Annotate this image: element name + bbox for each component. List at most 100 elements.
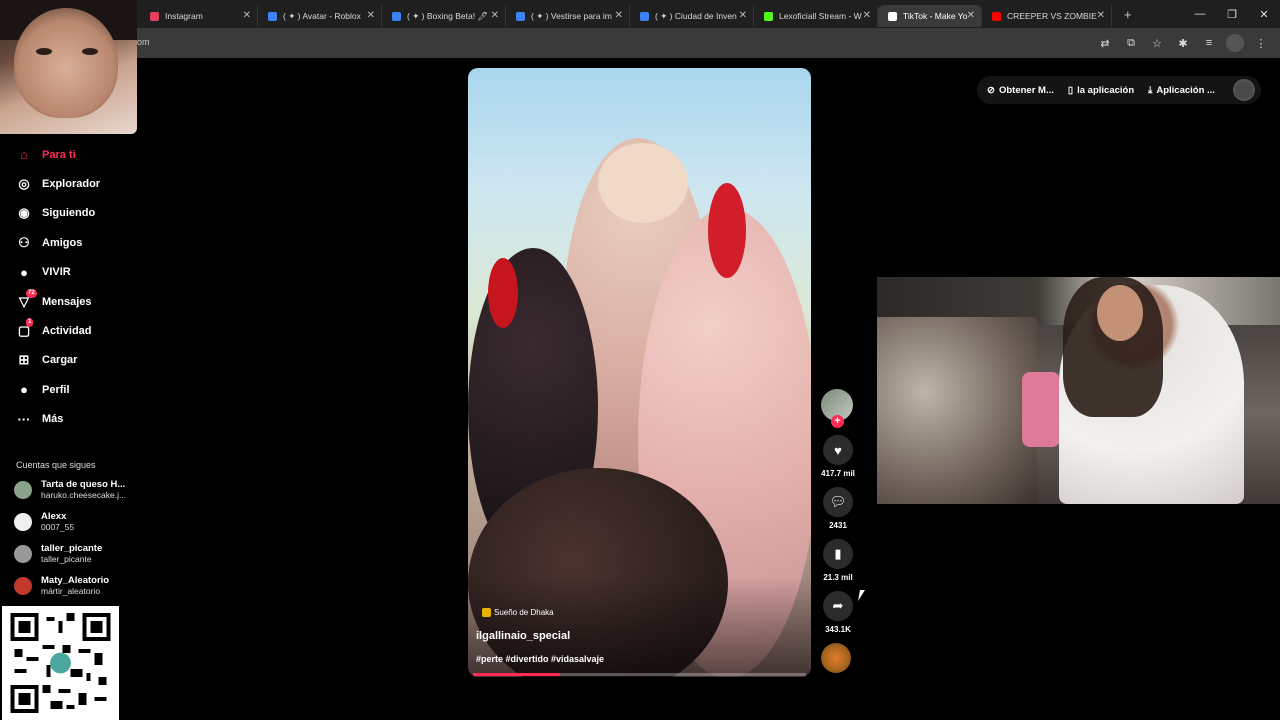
tab-title: Lexoficiall Stream - W [779, 11, 862, 21]
url-text[interactable]: om [137, 37, 150, 47]
minimize-icon[interactable]: — [1184, 0, 1216, 28]
follow-plus-icon[interactable]: + [831, 415, 844, 428]
address-bar[interactable]: om ⇄ ⧉ ☆ ✱ ≡ ⋮ [0, 28, 1280, 58]
tab-close-icon[interactable]: ✕ [367, 10, 375, 21]
tab-title: ( ✦ ) Boxing Beta! 🖊 [407, 10, 489, 21]
compass-icon: ◎ [18, 176, 30, 192]
browser-tab[interactable]: TikTok - Make Yo ✕ [878, 5, 982, 27]
tab-close-icon[interactable]: ✕ [615, 10, 623, 21]
sidebar-item-activity[interactable]: ▢ 1 Actividad [0, 316, 148, 345]
extensions-icon[interactable]: ✱ [1174, 34, 1192, 52]
account-handle: mártir_aleatorio [41, 585, 101, 596]
share-icon[interactable]: ➦ [823, 591, 853, 621]
tab-close-icon[interactable]: ✕ [967, 10, 975, 21]
sidebar-item-label: Amigos [42, 236, 83, 249]
music-icon [482, 608, 491, 617]
following-account[interactable]: Alexx 0007_55 [0, 506, 148, 538]
close-window-icon[interactable]: ✕ [1248, 0, 1280, 28]
sidebar-item-label: Actividad [42, 325, 92, 338]
avatar [14, 480, 32, 499]
account-name: Alexx [41, 510, 67, 522]
translate-icon[interactable]: ⇄ [1096, 34, 1114, 52]
comment-icon[interactable]: 💬︎ [823, 487, 853, 517]
menu-dots-icon[interactable]: ⋮ [1252, 34, 1270, 52]
sidebar-item-following[interactable]: ◉ Siguiendo [0, 199, 148, 228]
browser-tab[interactable]: ( ✦ ) Vestirse para im ✕ [506, 5, 630, 27]
tab-close-icon[interactable]: ✕ [491, 10, 499, 21]
get-app-button[interactable]: ▯ la aplicación [1068, 85, 1134, 96]
tab-close-icon[interactable]: ✕ [243, 10, 251, 21]
bookmark-icon[interactable]: ▮ [823, 539, 853, 569]
download-app-button[interactable]: ⤓ Aplicación ... [1148, 85, 1215, 96]
friends-icon: ⚇ [18, 234, 30, 250]
video-hashtags[interactable]: #perte #divertido #vidasalvaje [476, 654, 604, 664]
comment-action: 💬︎ 2431 [821, 487, 855, 533]
window-controls: — ❐ ✕ [1184, 0, 1280, 28]
bookmark-star-icon[interactable]: ☆ [1148, 34, 1166, 52]
sidebar: ⌂ Para ti ◎ Explorador ◉ Siguiendo ⚇ Amigos ● VIV… [0, 140, 148, 602]
browser-tab[interactable]: Instagram ✕ [140, 5, 258, 27]
coin-icon: ⊘ [987, 84, 995, 96]
browser-tab[interactable]: ( ✦ ) Ciudad de Inven ✕ [630, 5, 754, 27]
tab-title: TikTok - Make Yo [903, 11, 968, 21]
sidebar-item-label: Para ti [42, 148, 76, 161]
following-account[interactable]: Maty_Aleatorio mártir_aleatorio [0, 570, 148, 602]
sidebar-item-live[interactable]: ● VIVIR [0, 258, 148, 287]
phone-icon: ▯ [1067, 84, 1074, 96]
sidebar-item-more[interactable]: ··· Más [0, 405, 148, 434]
heart-icon[interactable]: ♥ [823, 435, 853, 465]
avatar [14, 576, 32, 595]
tab-close-icon[interactable]: ✕ [1097, 10, 1105, 21]
qr-code-image [10, 613, 111, 713]
sidebar-item-messages[interactable]: ▽ 72 Mensajes [0, 287, 148, 316]
sidebar-item-profile[interactable]: ● Perfil [0, 375, 148, 404]
tab-title: Instagram [165, 11, 203, 21]
sidebar-item-compass[interactable]: ◎ Explorador [0, 169, 148, 198]
install-app-icon[interactable]: ⧉ [1122, 34, 1140, 52]
sidebar-item-label: Mensajes [42, 295, 92, 308]
restore-icon[interactable]: ❐ [1216, 0, 1248, 28]
browser-tab[interactable]: CREEPER VS ZOMBIE ✕ [982, 5, 1112, 27]
browser-tab[interactable]: ( ✦ ) Avatar - Roblox ✕ [258, 5, 382, 27]
get-coins-button[interactable]: ⊘ Obtener M... [987, 85, 1054, 96]
sidebar-item-friends[interactable]: ⚇ Amigos [0, 228, 148, 257]
account-name: taller_picante [41, 542, 103, 554]
music-tag[interactable]: Sueño de Dhaka [482, 608, 554, 617]
webcam-overlay-right [877, 277, 1280, 504]
following-icon: ◉ [18, 205, 30, 221]
tab-favicon-icon [640, 11, 649, 21]
tab-title: CREEPER VS ZOMBIE [1007, 11, 1097, 21]
sidebar-item-upload[interactable]: ⊞ Cargar [0, 346, 148, 375]
music-disc-icon[interactable] [821, 643, 851, 673]
save-action: ▮ 21.3 mil [821, 539, 855, 585]
sidebar-item-home[interactable]: ⌂ Para ti [0, 140, 148, 169]
qr-code-overlay [2, 606, 119, 720]
top-actions-bar: ⊘ Obtener M... ▯ la aplicación ⤓ Aplicación… [977, 76, 1261, 104]
media-controls-icon[interactable]: ≡ [1200, 34, 1218, 52]
download-app-label: Aplicación ... [1156, 84, 1215, 96]
video-player[interactable]: Sueño de Dhaka ilgallinaio_special #pert… [468, 68, 811, 677]
creator-avatar[interactable]: + [821, 389, 853, 428]
mouse-cursor-icon [858, 590, 865, 601]
tab-favicon-icon [888, 11, 897, 21]
share-action: ➦ 343.1K [821, 591, 855, 637]
browser-tab[interactable]: Lexoficiall Stream - W ✕ [754, 5, 878, 27]
video-author[interactable]: ilgallinaio_special [476, 630, 570, 642]
tab-close-icon[interactable]: ✕ [739, 10, 747, 21]
tab-title: ( ✦ ) Ciudad de Inven [655, 10, 737, 21]
download-icon: ⤓ [1148, 84, 1153, 96]
user-avatar[interactable] [1233, 79, 1255, 101]
profile-avatar-icon[interactable] [1226, 34, 1244, 52]
following-account[interactable]: taller_picante taller_picante [0, 538, 148, 570]
browser-tab[interactable]: ( ✦ ) Boxing Beta! 🖊 ✕ [382, 5, 506, 27]
get-coins-label: Obtener M... [998, 84, 1054, 96]
tab-favicon-icon [764, 11, 773, 21]
new-tab-button[interactable]: + [1124, 7, 1132, 22]
tab-close-icon[interactable]: ✕ [863, 10, 871, 21]
following-account[interactable]: Tarta de queso H... haruko.cheesecake.j..… [0, 474, 148, 506]
live-icon: ● [20, 264, 28, 280]
video-frame-decor [488, 258, 518, 328]
video-progress-bar[interactable] [473, 673, 806, 676]
tab-favicon-icon [516, 11, 525, 21]
notification-badge: 1 [26, 318, 34, 328]
